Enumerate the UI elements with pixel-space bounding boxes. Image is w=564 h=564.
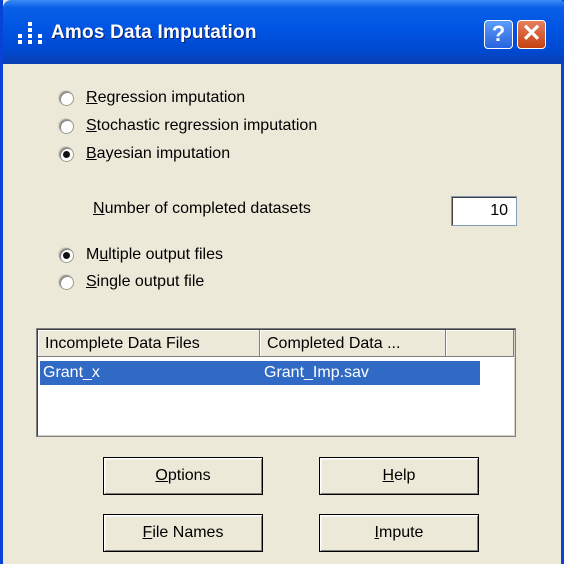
radio-label: Stochastic regression imputation	[86, 117, 318, 134]
list-header: Incomplete Data Files Completed Data ...	[38, 330, 514, 357]
radio-label: Bayesian imputation	[86, 145, 231, 162]
question-icon: ?	[491, 21, 506, 46]
radio-stochastic-regression-imputation[interactable]: Stochastic regression imputation	[59, 113, 317, 139]
radio-bayesian-imputation[interactable]: Bayesian imputation	[59, 141, 230, 167]
table-row[interactable]: Grant_x Grant_Imp.sav	[40, 361, 480, 385]
radio-label: Multiple output files	[86, 246, 223, 263]
imputation-dialog: Amos Data Imputation ? ✕ Regression impu…	[0, 0, 564, 564]
radio-indicator-selected	[59, 146, 74, 162]
radio-single-output-file[interactable]: Single output file	[59, 269, 204, 295]
help-title-button[interactable]: ?	[484, 20, 513, 49]
datasets-count-input[interactable]: 10	[451, 196, 517, 226]
radio-label: Regression imputation	[86, 89, 246, 106]
column-header-completed[interactable]: Completed Data ...	[260, 330, 446, 357]
title-bar[interactable]: Amos Data Imputation ? ✕	[3, 0, 564, 64]
radio-indicator	[59, 118, 74, 134]
radio-multiple-output-files[interactable]: Multiple output files	[59, 242, 223, 268]
data-files-list[interactable]: Incomplete Data Files Completed Data ...…	[36, 328, 516, 437]
datasets-count-label: Number of completed datasets	[93, 200, 311, 217]
completed-file-cell: Grant_Imp.sav	[264, 364, 369, 381]
radio-indicator-selected	[59, 247, 74, 263]
close-icon: ✕	[521, 20, 542, 47]
radio-regression-imputation[interactable]: Regression imputation	[59, 85, 245, 111]
options-button[interactable]: Options	[103, 457, 263, 495]
close-button[interactable]: ✕	[517, 20, 546, 49]
help-button[interactable]: Help	[319, 457, 479, 495]
radio-indicator	[59, 90, 74, 106]
file-names-button[interactable]: File Names	[103, 514, 263, 552]
amos-app-icon	[17, 22, 43, 46]
column-header-incomplete[interactable]: Incomplete Data Files	[38, 330, 260, 357]
incomplete-file-cell: Grant_x	[43, 364, 100, 381]
column-header-empty	[446, 330, 514, 357]
radio-indicator	[59, 274, 74, 290]
impute-button[interactable]: Impute	[319, 514, 479, 552]
window-title: Amos Data Imputation	[51, 22, 257, 43]
radio-label: Single output file	[86, 273, 205, 290]
